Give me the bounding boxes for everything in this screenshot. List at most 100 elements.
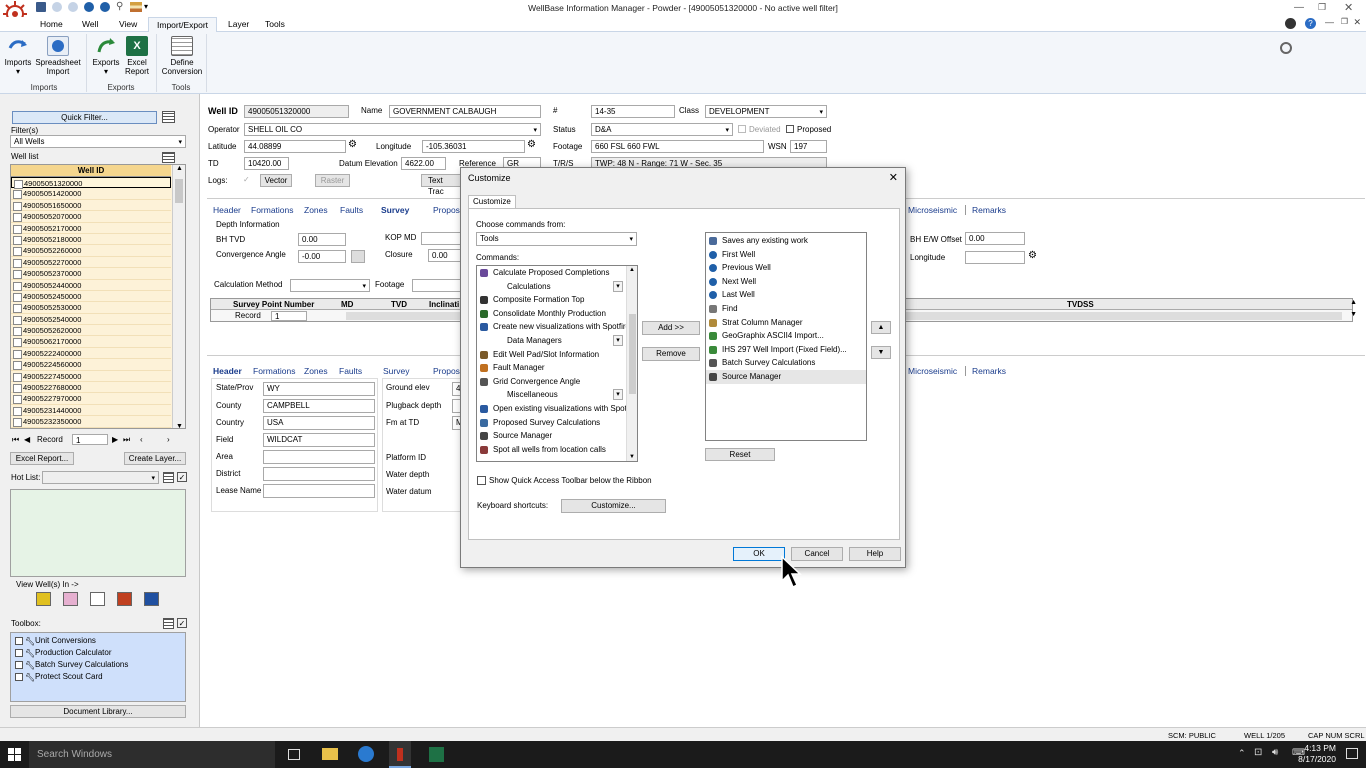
- well-list-row[interactable]: 49005231440000: [11, 405, 171, 417]
- state-field[interactable]: WY: [263, 382, 375, 396]
- survey-tab-zones[interactable]: Zones: [304, 205, 328, 215]
- filter-settings-icon[interactable]: [162, 111, 175, 123]
- vector-button[interactable]: Vector: [260, 174, 292, 187]
- create-layer-button[interactable]: Create Layer...: [124, 452, 186, 465]
- command-item[interactable]: Proposed Survey Calculations: [477, 416, 637, 430]
- first-record-icon[interactable]: ⏮: [12, 435, 19, 445]
- col-md[interactable]: MD: [341, 300, 353, 309]
- dialog-tab-customize[interactable]: Customize: [468, 195, 516, 208]
- operator-select[interactable]: SHELL OIL CO ▾: [244, 123, 541, 136]
- well-list-row[interactable]: 49005052450000: [11, 291, 171, 303]
- area-field[interactable]: [263, 450, 375, 464]
- convergence-calc-button[interactable]: [351, 250, 365, 263]
- well-list-row[interactable]: 49005233390000: [11, 428, 171, 429]
- toolbox-item-checkbox[interactable]: [15, 649, 23, 657]
- well-list-row[interactable]: 49005052170000: [11, 223, 171, 234]
- well-list-row[interactable]: 49005052540000: [11, 314, 171, 326]
- closure-field[interactable]: 0.00: [428, 249, 461, 262]
- app-taskbar-icon[interactable]: [389, 741, 411, 768]
- exports-button[interactable]: Exports ▾: [90, 36, 122, 76]
- move-down-button[interactable]: ▼: [871, 346, 891, 359]
- clock[interactable]: 4:13 PM 8/17/2020: [1288, 743, 1336, 765]
- spreadsheet-import-button[interactable]: Spreadsheet Import: [34, 36, 82, 76]
- task-view-icon[interactable]: [288, 749, 300, 760]
- tab-import-export[interactable]: Import/Export: [148, 17, 218, 32]
- command-item[interactable]: Calculations ▾: [477, 280, 637, 294]
- well-list-row[interactable]: 49005051320000: [11, 177, 171, 190]
- next-record-icon[interactable]: ▶: [112, 435, 118, 444]
- define-conversion-button[interactable]: Define Conversion: [160, 36, 204, 76]
- qat-item[interactable]: Previous Well: [706, 261, 866, 275]
- command-item[interactable]: Calculate Proposed Completions: [477, 266, 637, 280]
- qat-item[interactable]: Source Manager: [706, 369, 866, 384]
- windows-start-icon[interactable]: [8, 748, 21, 761]
- number-field[interactable]: 14-35: [591, 105, 675, 118]
- qat-item[interactable]: Batch Survey Calculations: [706, 356, 866, 370]
- text-track-button[interactable]: Text Trac: [421, 174, 461, 196]
- district-field[interactable]: [263, 467, 375, 481]
- well-list-row[interactable]: 49005052530000: [11, 302, 171, 314]
- well-id-header[interactable]: Well ID: [11, 165, 171, 177]
- mdi-restore-icon[interactable]: ❐: [1341, 17, 1348, 26]
- imports-button[interactable]: Imports ▾: [3, 36, 33, 76]
- file-explorer-icon[interactable]: [322, 748, 338, 760]
- tab-tools[interactable]: Tools: [265, 19, 285, 29]
- add-button[interactable]: Add >>: [642, 321, 700, 335]
- minimize-icon[interactable]: —: [1294, 2, 1304, 13]
- lower-tab-microseismic[interactable]: Microseismic: [908, 366, 957, 376]
- qat-item[interactable]: IHS 297 Well Import (Fixed Field)...: [706, 343, 866, 357]
- hot-list-box[interactable]: [10, 489, 186, 577]
- well-list-row[interactable]: 49005227970000: [11, 393, 171, 405]
- survey-tab-survey[interactable]: Survey: [381, 205, 409, 215]
- excel-report-list-button[interactable]: Excel Report...: [10, 452, 74, 465]
- submenu-dropdown-icon[interactable]: ▾: [613, 280, 623, 292]
- bh-ew-field[interactable]: 0.00: [965, 232, 1025, 245]
- lower-tab-header[interactable]: Header: [213, 366, 242, 376]
- command-item[interactable]: Consolidate Monthly Production: [477, 307, 637, 321]
- command-item[interactable]: Data Managers ▾: [477, 334, 637, 348]
- style-icon[interactable]: [1285, 18, 1296, 29]
- globe-map-icon[interactable]: [144, 592, 159, 606]
- well-list-settings-icon[interactable]: [162, 152, 175, 163]
- hot-list-select[interactable]: ▾: [42, 471, 159, 484]
- deviated-checkbox[interactable]: [738, 125, 746, 133]
- prev-record-icon[interactable]: ◀: [24, 435, 30, 444]
- kop-md-field[interactable]: [421, 232, 461, 245]
- document-library-button[interactable]: Document Library...: [10, 705, 186, 718]
- tab-home[interactable]: Home: [40, 19, 63, 29]
- lower-tab-formations[interactable]: Formations: [253, 366, 296, 376]
- tab-layer[interactable]: Layer: [228, 19, 249, 29]
- survey-tab-formations[interactable]: Formations: [251, 205, 294, 215]
- datum-field[interactable]: 4622.00: [401, 157, 446, 170]
- command-item[interactable]: Edit Well Pad/Slot Information: [477, 348, 637, 362]
- tab-view[interactable]: View: [119, 19, 137, 29]
- survey-record-input[interactable]: 1: [271, 311, 307, 321]
- qat-item[interactable]: First Well: [706, 248, 866, 262]
- survey-tab-header[interactable]: Header: [213, 205, 241, 215]
- col-tvd[interactable]: TVD: [391, 300, 407, 309]
- col-survey-point[interactable]: Survey Point Number: [233, 300, 314, 309]
- excel-report-button[interactable]: X Excel Report: [122, 36, 152, 76]
- raster-button[interactable]: Raster: [315, 174, 350, 187]
- well-list-row[interactable]: 49005227450000: [11, 371, 171, 383]
- restore-icon[interactable]: ❐: [1318, 2, 1326, 13]
- well-list-row[interactable]: 49005052070000: [11, 211, 171, 223]
- command-item[interactable]: Create new visualizations with Spotfire: [477, 320, 637, 334]
- quick-filter-button[interactable]: Quick Filter...: [12, 111, 157, 124]
- toolbox-settings-icon[interactable]: [163, 618, 174, 629]
- mdi-minimize-icon[interactable]: —: [1325, 17, 1334, 27]
- well-list-row[interactable]: 49005052180000: [11, 234, 171, 246]
- well-list-scrollbar[interactable]: ▲ ▼: [172, 165, 185, 428]
- well-list-row[interactable]: 49005232350000: [11, 416, 171, 428]
- grid-map-icon[interactable]: [90, 592, 105, 606]
- help-button[interactable]: Help: [849, 547, 901, 561]
- well-list-row[interactable]: 49005051420000: [11, 188, 171, 200]
- command-item[interactable]: Miscellaneous ▾: [477, 388, 637, 402]
- qat-item[interactable]: Last Well: [706, 288, 866, 302]
- footage-field[interactable]: 660 FSL 660 FWL: [591, 140, 764, 153]
- survey-tab-faults[interactable]: Faults: [340, 205, 363, 215]
- remove-button[interactable]: Remove: [642, 347, 700, 361]
- toolbox-item-checkbox[interactable]: [15, 637, 23, 645]
- wsn-field[interactable]: 197: [790, 140, 827, 153]
- well-list-row[interactable]: 49005052440000: [11, 280, 171, 291]
